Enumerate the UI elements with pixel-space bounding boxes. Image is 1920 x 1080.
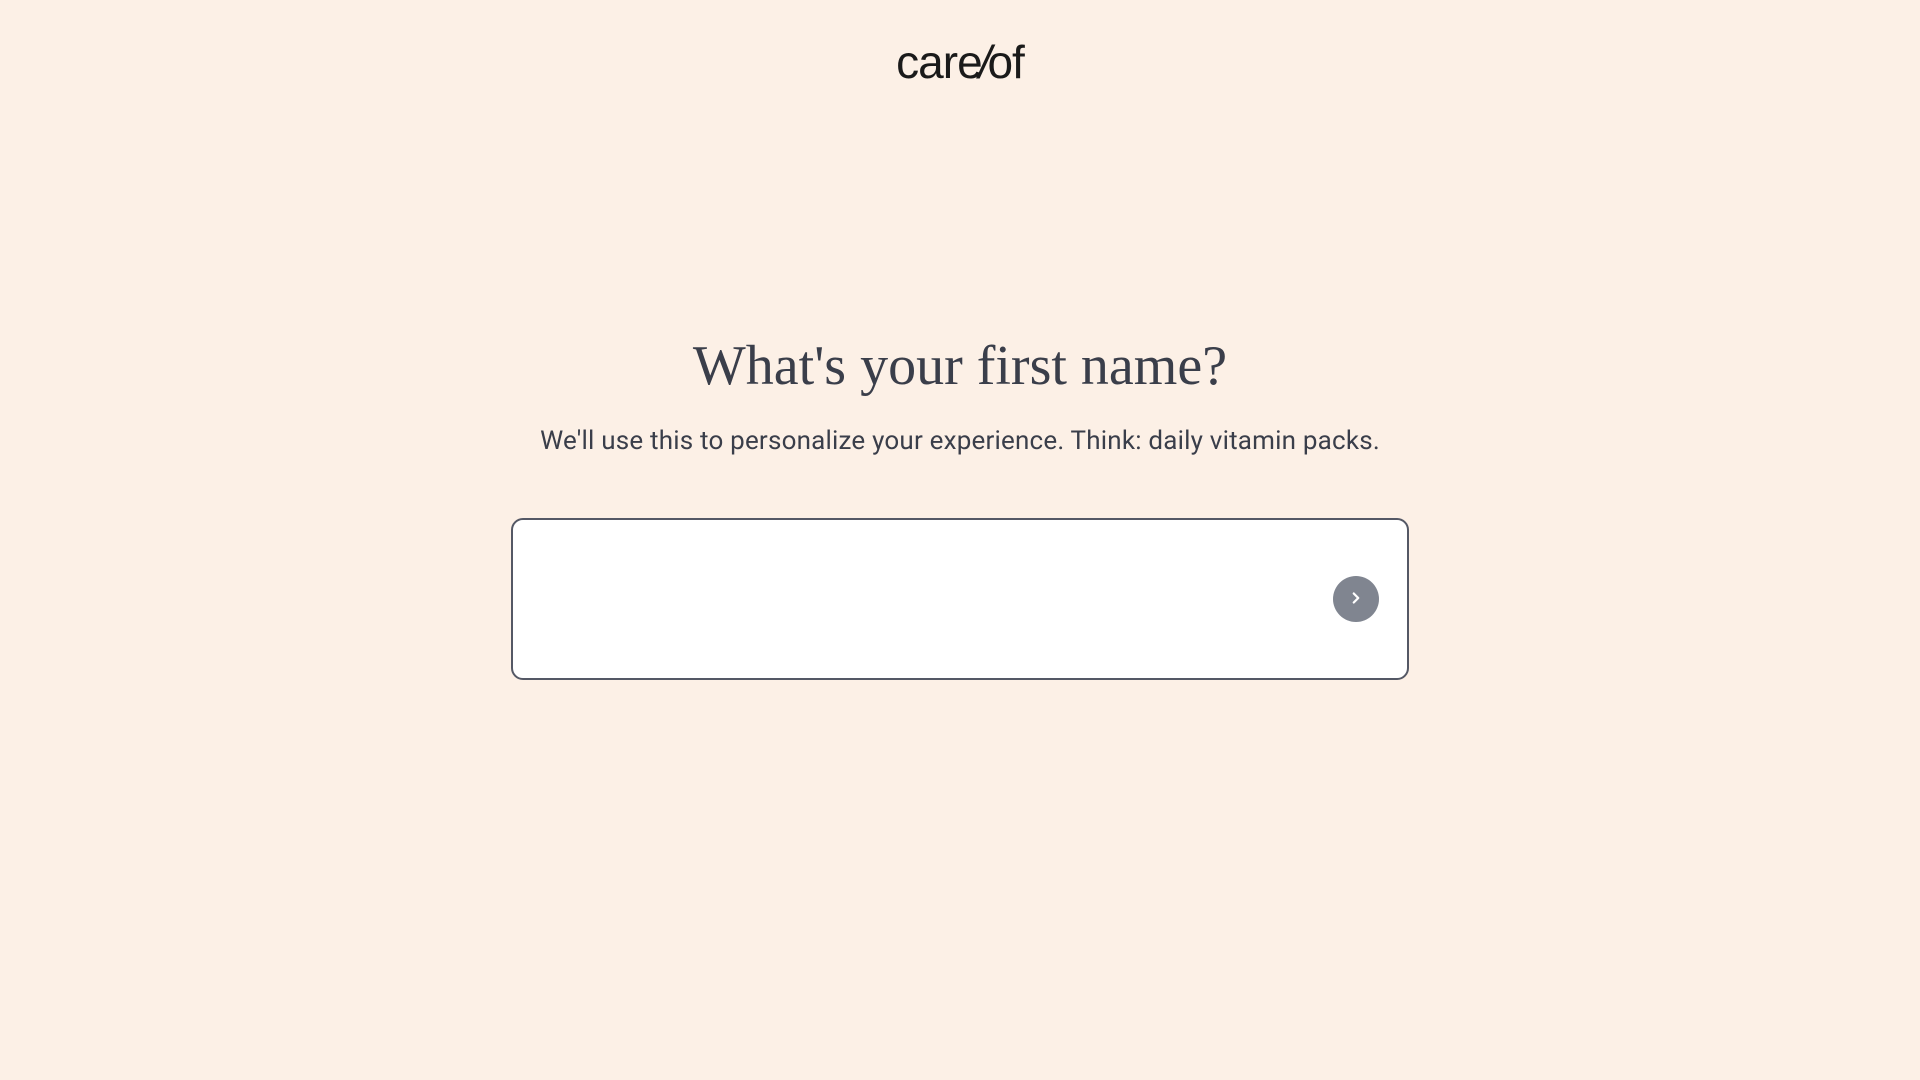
next-button[interactable]: [1333, 576, 1379, 622]
brand-logo: care/of: [896, 35, 1024, 89]
main-content: What's your first name? We'll use this t…: [0, 334, 1920, 680]
question-subtitle: We'll use this to personalize your exper…: [540, 426, 1380, 456]
first-name-input[interactable]: [549, 520, 1333, 678]
chevron-right-icon: [1347, 589, 1365, 610]
logo-text-care: care: [896, 36, 981, 88]
logo-text-of: of: [987, 36, 1023, 88]
question-title: What's your first name?: [693, 334, 1227, 398]
name-input-container: [511, 518, 1409, 680]
header: care/of: [0, 0, 1920, 89]
